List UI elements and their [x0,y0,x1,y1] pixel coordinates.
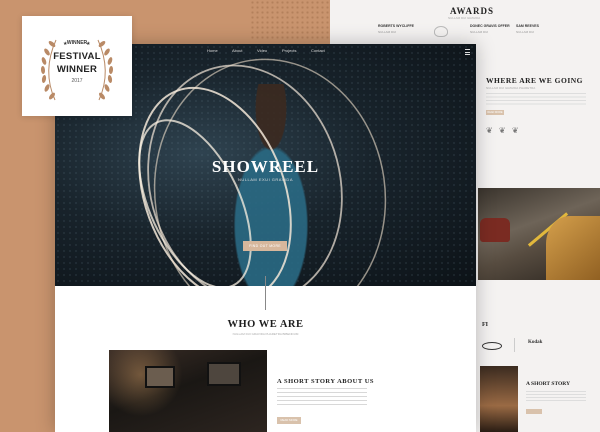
laurel-icons: ❦ ❦ ❦ [486,126,521,135]
who-we-are-subtitle: NULLAM DUI GRAVIDA PHARETRA BIBENDUM [232,332,299,336]
award-item: SAM REEVES NULLAM DUI [516,24,539,34]
logo-text: FI [482,322,488,328]
paragraph-placeholder [526,391,586,403]
story-photo [480,366,518,432]
where-going-title: WHERE ARE WE GOING [486,76,584,85]
vertical-divider [265,276,266,310]
road-photo [478,188,600,280]
nav-contact[interactable]: Contact [311,48,325,53]
laurel-icon [434,26,448,37]
background-dots [250,0,340,40]
camera-monitor [145,366,175,388]
paragraph-placeholder [277,388,367,408]
person-jacket-image [546,216,600,280]
awards-title: AWARDS [450,6,495,16]
paragraph-placeholder [486,93,586,107]
car-image [480,218,510,242]
hero-subtitle: NULLAM EXUI GRAVIDA [238,177,293,182]
divider [514,338,515,352]
camera-rig-photo [109,350,267,432]
oval-logo-icon [482,342,502,350]
nav-projects[interactable]: Projects [282,48,296,53]
nav-video[interactable]: Video [257,48,267,53]
award-item: ROBERTS WYCLIFFE NULLAM DUI [378,24,414,34]
read-more-button[interactable] [526,409,542,414]
nav-about[interactable]: About [232,48,242,53]
festival-label: FESTIVAL [53,51,101,62]
festival-winner-badge: ★ ★ WINNER FESTIVAL WINNER 2017 [22,16,132,116]
partner-logos: FI Kodak [478,320,600,360]
who-we-are-title: WHO WE ARE [227,319,304,330]
winner-label: WINNER [66,40,88,46]
read-more-button[interactable]: READ MORE [277,417,301,424]
hamburger-menu-icon[interactable] [465,49,470,55]
find-out-more-button[interactable]: FIND OUT MORE [243,241,287,251]
short-story-title: A SHORT STORY [526,381,571,387]
short-story-preview: A SHORT STORY [478,366,600,432]
camera-monitor [207,362,241,386]
short-story-title: A SHORT STORY ABOUT US [277,378,375,385]
hero-title: SHOWREEL [211,157,320,176]
read-more-button[interactable]: READ MORE [486,110,504,115]
kodak-logo: Kodak [528,340,543,345]
award-year: 2017 [71,78,83,84]
nav-home[interactable]: Home [207,48,218,53]
award-item: DONEC GRAVIS OFFER NULLAM DUI [470,24,510,34]
where-going-subtitle: NULLAM DUI GRAVIDA PHARETRA [486,86,536,90]
awards-subtitle: NULLAM DUI GRAVIDA [448,16,481,20]
winner-heading: WINNER [56,64,98,75]
bokeh-light [109,350,267,432]
